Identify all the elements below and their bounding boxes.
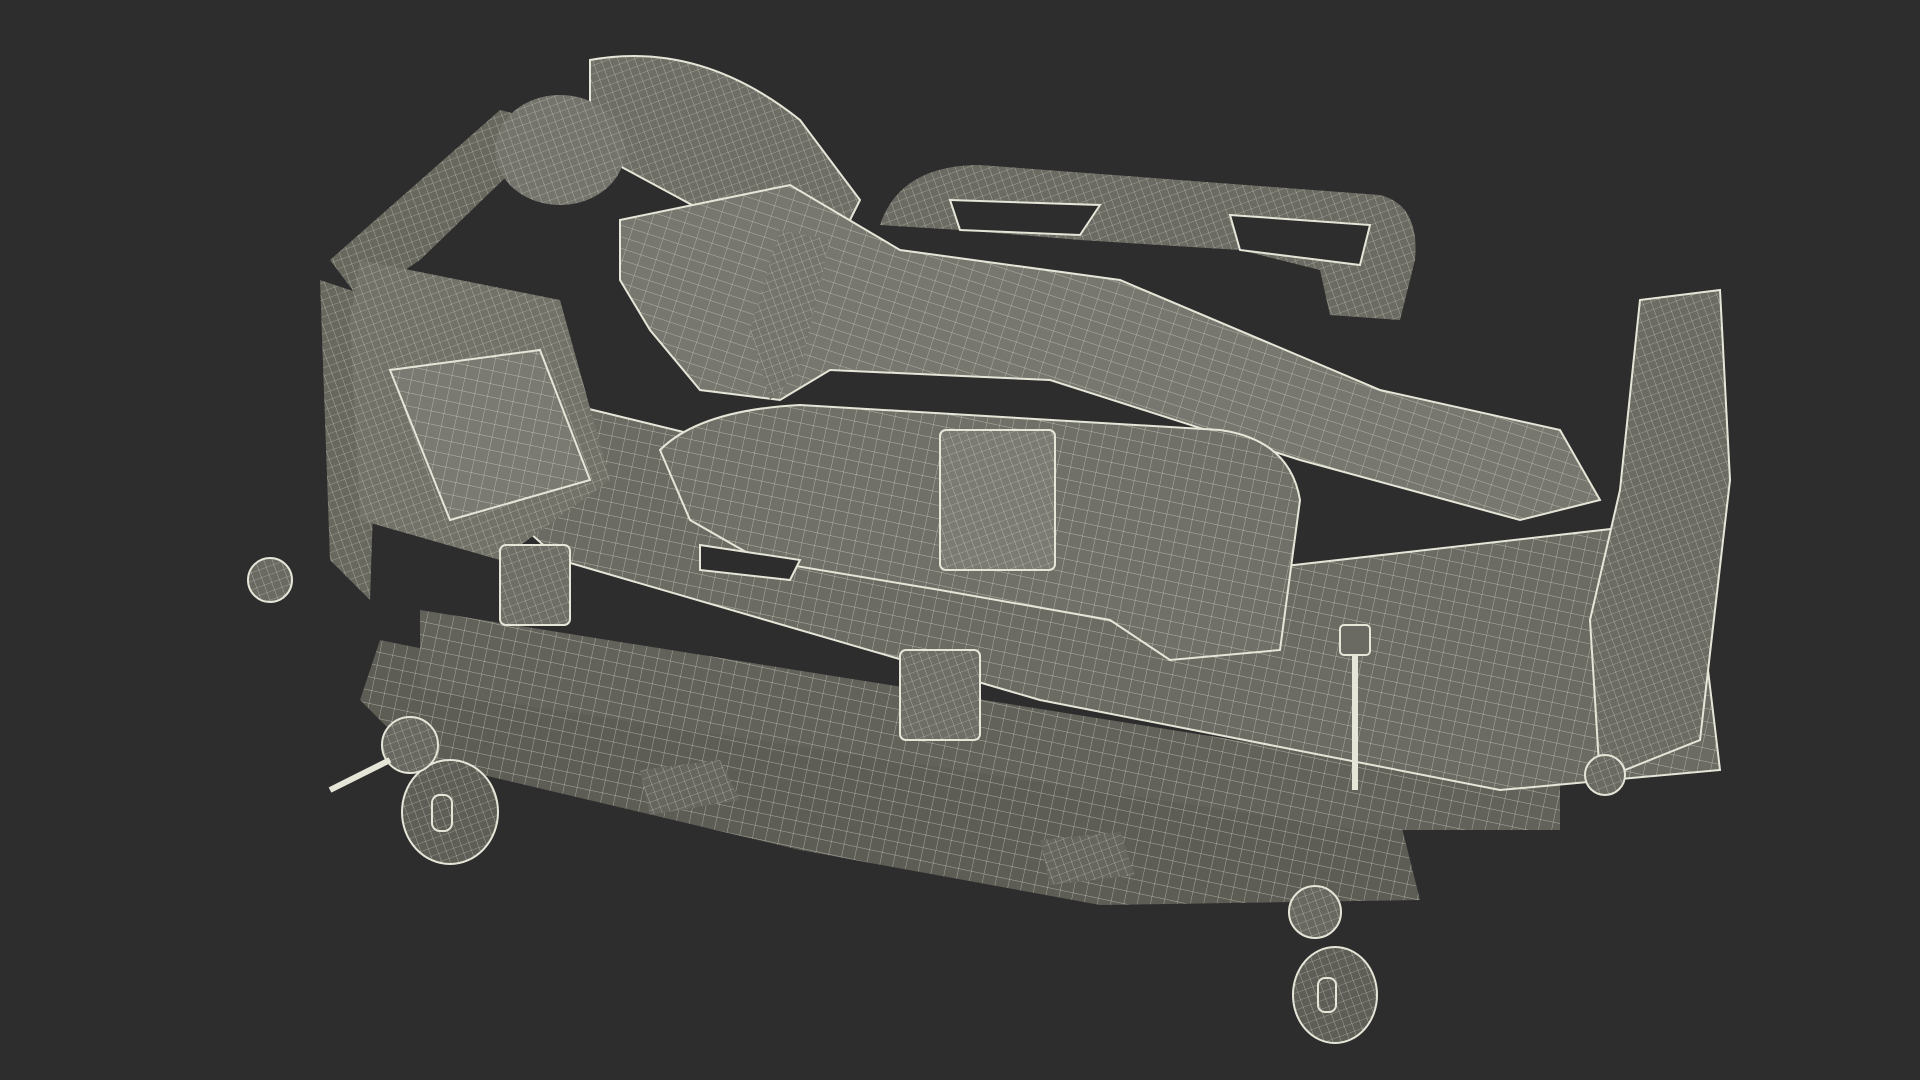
corner-bumper-foot	[1584, 754, 1626, 796]
corner-bumper-head	[247, 557, 293, 603]
side-rail-control-panel	[939, 429, 1056, 571]
render-viewport	[0, 0, 1920, 1080]
lift-column-center	[899, 649, 981, 741]
caster-wheel-rear-right	[1292, 946, 1378, 1044]
caster-hub-right	[1288, 885, 1342, 939]
caster-wheel-front-left	[401, 759, 499, 865]
lift-column-head	[499, 544, 571, 626]
